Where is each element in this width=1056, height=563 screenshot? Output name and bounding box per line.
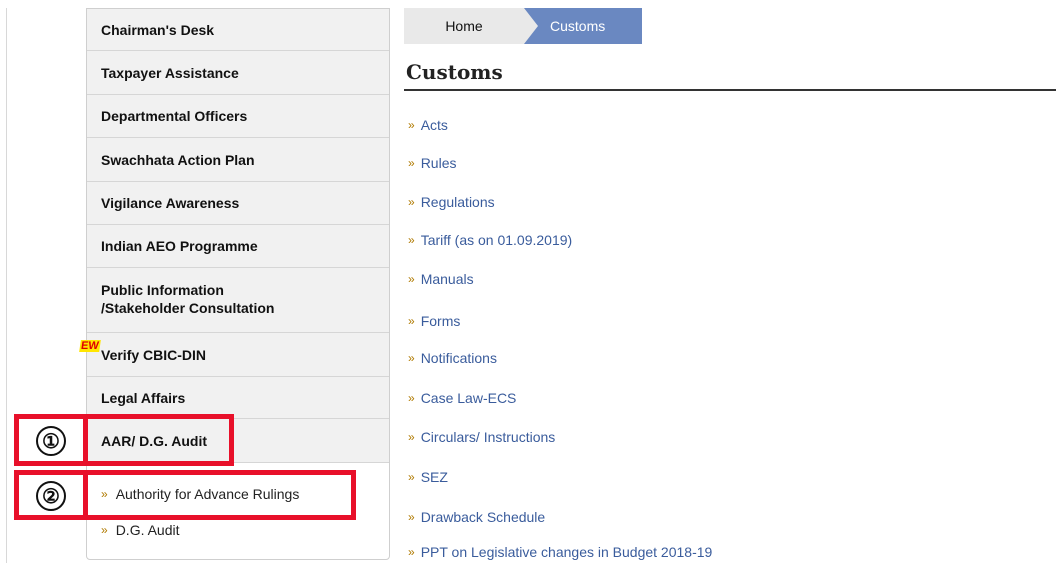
sidebar-item-public-information[interactable]: Public Information /Stakeholder Consulta… bbox=[87, 268, 389, 333]
link-label: Circulars/ Instructions bbox=[420, 429, 556, 445]
link-ppt-legislative-changes[interactable]: » PPT on Legislative changes in Budget 20… bbox=[408, 544, 712, 560]
sidebar-item-label: Public Information /Stakeholder Consulta… bbox=[101, 281, 274, 317]
sidebar-item-taxpayer-assistance[interactable]: Taxpayer Assistance bbox=[87, 51, 389, 95]
sidebar-item-label: Departmental Officers bbox=[101, 108, 248, 124]
submenu-item-label: D.G. Audit bbox=[115, 522, 180, 538]
submenu-item-dg-audit[interactable]: » D.G. Audit bbox=[101, 522, 180, 538]
double-chevron-icon: » bbox=[408, 545, 415, 559]
page-edge-divider bbox=[6, 8, 7, 563]
title-divider bbox=[404, 89, 1056, 91]
link-label: Manuals bbox=[420, 271, 474, 287]
sidebar-item-departmental-officers[interactable]: Departmental Officers bbox=[87, 95, 389, 138]
link-notifications[interactable]: » Notifications bbox=[408, 350, 497, 366]
sidebar-item-vigilance-awareness[interactable]: Vigilance Awareness bbox=[87, 182, 389, 225]
sidebar-item-verify-cbic-din[interactable]: Verify CBIC-DIN bbox=[87, 333, 389, 377]
breadcrumb-current: Customs bbox=[538, 8, 642, 44]
double-chevron-icon: » bbox=[408, 118, 415, 132]
link-label: Tariff (as on 01.09.2019) bbox=[420, 232, 573, 248]
link-case-law-ecs[interactable]: » Case Law-ECS bbox=[408, 390, 516, 406]
sidebar-item-legal-affairs[interactable]: Legal Affairs bbox=[87, 377, 389, 419]
link-label: Forms bbox=[420, 313, 461, 329]
link-acts[interactable]: » Acts bbox=[408, 117, 448, 133]
breadcrumb-separator-arrow bbox=[524, 8, 538, 44]
sidebar-item-label: Indian AEO Programme bbox=[101, 238, 258, 254]
double-chevron-icon: » bbox=[408, 430, 415, 444]
sidebar-item-chairmans-desk[interactable]: Chairman's Desk bbox=[87, 9, 389, 51]
breadcrumb-home-link[interactable]: Home bbox=[404, 8, 524, 44]
link-label: Notifications bbox=[420, 350, 497, 366]
sidebar-item-indian-aeo-programme[interactable]: Indian AEO Programme bbox=[87, 225, 389, 268]
sidebar-item-label-line1: Public Information bbox=[101, 282, 224, 298]
double-chevron-icon: » bbox=[408, 314, 415, 328]
double-chevron-icon: » bbox=[408, 391, 415, 405]
double-chevron-icon: » bbox=[408, 272, 415, 286]
link-label: Regulations bbox=[420, 194, 495, 210]
link-label: Case Law-ECS bbox=[420, 390, 517, 406]
link-rules[interactable]: » Rules bbox=[408, 155, 456, 171]
annotation-marker-2: ② bbox=[36, 481, 66, 511]
double-chevron-icon: » bbox=[408, 195, 415, 209]
link-label: Rules bbox=[420, 155, 457, 171]
link-label: Drawback Schedule bbox=[420, 509, 546, 525]
breadcrumb: Home Customs bbox=[404, 8, 642, 44]
new-badge: EW bbox=[79, 340, 101, 352]
double-chevron-icon: » bbox=[408, 233, 415, 247]
double-chevron-icon: » bbox=[408, 351, 415, 365]
sidebar-item-label-line2: /Stakeholder Consultation bbox=[101, 300, 275, 316]
sidebar-item-label: Vigilance Awareness bbox=[101, 195, 240, 211]
double-chevron-icon: » bbox=[408, 470, 415, 484]
annotation-marker-1: ① bbox=[36, 426, 66, 456]
link-forms[interactable]: » Forms bbox=[408, 313, 460, 329]
link-sez[interactable]: » SEZ bbox=[408, 469, 448, 485]
link-circulars-instructions[interactable]: » Circulars/ Instructions bbox=[408, 429, 555, 445]
link-label: PPT on Legislative changes in Budget 201… bbox=[420, 544, 713, 560]
sidebar-item-label: Swachhata Action Plan bbox=[101, 151, 255, 168]
sidebar-item-label: Verify CBIC-DIN bbox=[101, 346, 207, 363]
sidebar-item-label: Legal Affairs bbox=[101, 389, 186, 406]
link-label: Acts bbox=[420, 117, 448, 133]
link-label: SEZ bbox=[420, 469, 448, 485]
link-manuals[interactable]: » Manuals bbox=[408, 271, 474, 287]
sidebar-item-swachhata-action-plan[interactable]: Swachhata Action Plan bbox=[87, 138, 389, 182]
double-chevron-icon: » bbox=[101, 523, 108, 537]
link-regulations[interactable]: » Regulations bbox=[408, 194, 495, 210]
double-chevron-icon: » bbox=[408, 510, 415, 524]
page-title: Customs bbox=[406, 60, 503, 84]
sidebar-item-label: Taxpayer Assistance bbox=[101, 64, 239, 81]
sidebar-item-label: Chairman's Desk bbox=[101, 21, 215, 38]
link-drawback-schedule[interactable]: » Drawback Schedule bbox=[408, 509, 545, 525]
double-chevron-icon: » bbox=[408, 156, 415, 170]
link-tariff[interactable]: » Tariff (as on 01.09.2019) bbox=[408, 232, 572, 248]
